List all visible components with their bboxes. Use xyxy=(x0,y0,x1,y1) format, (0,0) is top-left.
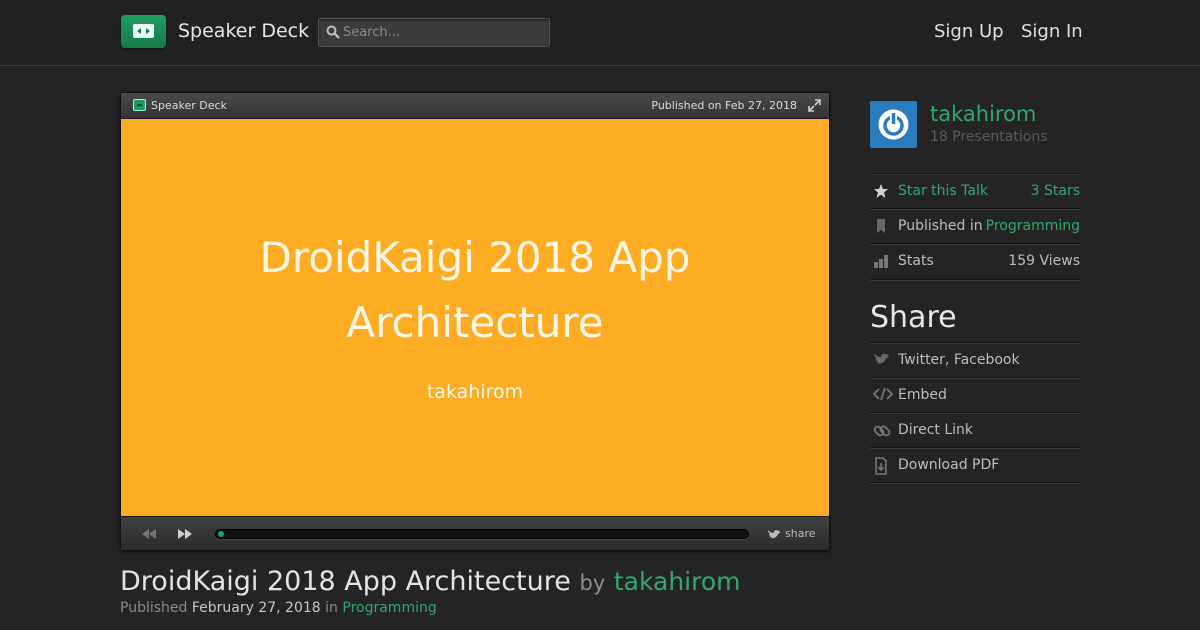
player-top-bar: Speaker Deck Published on Feb 27, 2018 xyxy=(121,93,829,119)
presentation-count: 18 Presentations xyxy=(930,129,1048,145)
bookmark-icon xyxy=(877,219,885,233)
search-icon xyxy=(326,25,340,39)
share-direct-link-row[interactable]: Direct Link xyxy=(870,412,1080,447)
by-word: by xyxy=(579,571,606,595)
star-this-talk-link[interactable]: Star this Talk xyxy=(898,183,988,199)
published-in-category-link[interactable]: Programming xyxy=(986,218,1080,234)
slide-canvas[interactable]: DroidKaigi 2018 App Architecture takahiro… xyxy=(121,119,829,516)
talk-author-link[interactable]: takahirom xyxy=(614,567,741,596)
top-navigation-bar: Speaker Deck Sign Up Sign In xyxy=(0,0,1200,66)
expand-icon[interactable] xyxy=(808,99,821,112)
search-input[interactable] xyxy=(343,22,543,43)
progress-fill xyxy=(218,531,224,537)
stats-views: 159 Views xyxy=(1008,253,1080,269)
link-icon xyxy=(873,425,891,437)
stats-label: Stats xyxy=(898,253,934,269)
in-word: in xyxy=(325,600,338,616)
share-direct-link[interactable]: Direct Link xyxy=(898,422,973,438)
slide-player: Speaker Deck Published on Feb 27, 2018 D… xyxy=(120,92,830,551)
player-brand[interactable]: Speaker Deck xyxy=(151,99,227,112)
stats-icon xyxy=(874,255,888,268)
share-embed-row[interactable]: Embed xyxy=(870,377,1080,412)
search-box[interactable] xyxy=(318,18,550,47)
sign-up-link[interactable]: Sign Up xyxy=(934,21,1004,42)
published-in-row: Published in Programming xyxy=(870,208,1080,243)
avatar[interactable] xyxy=(870,101,917,148)
divider xyxy=(870,482,1080,484)
power-avatar-icon xyxy=(878,109,909,140)
published-prefix: Published xyxy=(120,600,188,616)
talk-title: DroidKaigi 2018 App Architecture xyxy=(120,566,571,597)
star-count[interactable]: 3 Stars xyxy=(1031,183,1080,199)
username-link[interactable]: takahirom xyxy=(930,102,1036,126)
share-download-pdf-link[interactable]: Download PDF xyxy=(898,457,999,473)
mini-deck-logo-icon xyxy=(133,99,146,111)
published-in-label: Published in xyxy=(898,218,983,234)
sign-in-link[interactable]: Sign In xyxy=(1021,21,1083,42)
code-icon xyxy=(873,387,893,401)
download-icon xyxy=(875,457,887,475)
share-download-pdf-row[interactable]: Download PDF xyxy=(870,447,1080,482)
slide-author: takahirom xyxy=(426,381,524,403)
share-embed-link[interactable]: Embed xyxy=(898,387,947,403)
published-line: Published February 27, 2018 in Programmi… xyxy=(120,600,437,616)
slide-title: DroidKaigi 2018 App Architecture xyxy=(259,233,691,347)
player-published-date: Published on Feb 27, 2018 xyxy=(651,99,797,112)
player-share-label[interactable]: share xyxy=(785,527,816,540)
next-icon[interactable] xyxy=(177,528,193,540)
share-heading: Share xyxy=(870,300,957,335)
divider xyxy=(870,279,1080,281)
twitter-icon[interactable] xyxy=(767,529,782,540)
progress-bar[interactable] xyxy=(215,529,749,539)
category-link[interactable]: Programming xyxy=(342,600,436,616)
brand-name[interactable]: Speaker Deck xyxy=(178,20,309,42)
talk-title-line: DroidKaigi 2018 App Architecture by taka… xyxy=(120,566,741,597)
published-date: February 27, 2018 xyxy=(191,600,321,616)
player-controls: share xyxy=(121,516,829,550)
share-twitter-facebook-row[interactable]: Twitter, Facebook xyxy=(870,342,1080,377)
stats-row: Stats 159 Views xyxy=(870,243,1080,278)
star-icon xyxy=(874,184,888,198)
share-twitter-facebook-link[interactable]: Twitter, Facebook xyxy=(898,352,1020,368)
speaker-deck-logo[interactable] xyxy=(121,15,166,48)
star-row[interactable]: Star this Talk 3 Stars xyxy=(870,173,1080,208)
twitter-icon xyxy=(874,353,890,364)
prev-icon[interactable] xyxy=(141,528,157,540)
deck-logo-icon xyxy=(133,24,154,38)
